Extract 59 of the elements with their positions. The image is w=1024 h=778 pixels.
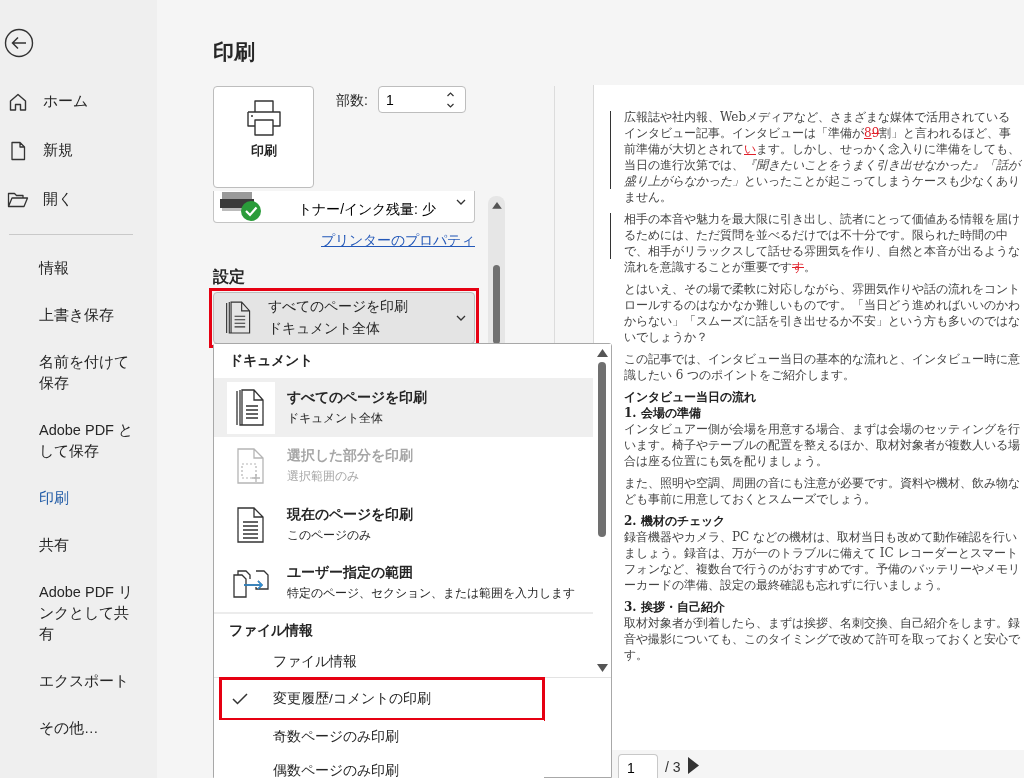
menu-section-heading: ファイル情報 <box>214 612 593 648</box>
chevron-down-icon <box>456 199 466 205</box>
print-button[interactable]: 印刷 <box>213 86 314 188</box>
scrollbar[interactable] <box>488 196 505 344</box>
page-title: 印刷 <box>213 39 256 65</box>
copies-value[interactable]: 1 <box>385 91 446 108</box>
document-paragraph: 広報誌や社内報、Webメディアなど、さまざまな媒体で活用されているインタビュー記事。インタビューは「準備が89割」と言われるほど、事前準備が大切とされています。しかし、せっかく念入りに準備をしても、当日の進行次第では、『聞きたいことをうまく引き出せなかった』「話が盛り上がらなかった」といったことが起こってしまうケースも少なくありません。 <box>624 109 1020 205</box>
menu-option[interactable]: ユーザー指定の範囲 特定のページ、セクション、または範囲を入力します <box>214 553 593 613</box>
nav-item[interactable]: 印刷 <box>0 475 139 522</box>
page-range-dropdown[interactable]: すべてのページを印刷 ドキュメント全体 <box>213 292 475 344</box>
menu-option[interactable]: すべてのページを印刷 ドキュメント全体 <box>214 378 593 437</box>
nav-item[interactable]: 新規 <box>0 126 157 175</box>
document-paragraph: 録音機器やカメラ、PC などの機材は、取材当日も改めて動作確認を行いましょう。録音は、万が一のトラブルに備えて IC レコーダーとスマートフォンなど、複数台で行うのがおすすめです。予備のバッテリーやメモリーカードの準備、設定の最終確認も忘れずに行いましょう。 <box>624 529 1020 593</box>
page-number-field[interactable]: 1 <box>618 754 658 778</box>
nav-item[interactable]: その他… <box>0 705 139 752</box>
settings-heading: 設定 <box>213 267 246 287</box>
menu-section-heading: ドキュメント <box>214 344 593 379</box>
nav-item[interactable]: 共有 <box>0 522 139 569</box>
document-heading: インタビュー当日の流れ <box>624 389 757 405</box>
page-icon <box>236 505 266 544</box>
document-icon <box>9 140 27 161</box>
printer-ready-icon <box>220 191 264 222</box>
chevron-down-icon <box>456 315 466 321</box>
document-paragraph: また、照明や空調、周囲の音にも注意が必要です。資料や機材、飲み物なども事前に用意しておくとスムーズでしょう。 <box>624 475 1020 507</box>
menu-option[interactable]: 現在のページを印刷 このページのみ <box>214 495 593 554</box>
nav-item[interactable]: Adobe PDF として保存 <box>0 407 139 475</box>
nav-item[interactable]: 情報 <box>0 245 139 292</box>
page-range-icon <box>232 567 270 600</box>
printer-properties-link[interactable]: プリンターのプロパティ <box>321 232 475 250</box>
scroll-up-icon[interactable] <box>491 202 502 209</box>
document-heading: 1. 会場の準備 <box>624 405 702 421</box>
copies-spinner[interactable]: 1 <box>377 86 466 113</box>
document-paragraph: この記事では、インタビュー当日の基本的な流れと、インタビュー時に意識したい 6 つのポイントをご紹介します。 <box>624 351 1020 383</box>
document-paragraph: 相手の本音や魅力を最大限に引き出し、読者にとって価値ある情報を届けるためには、ただ質問を並べるだけでは不十分です。限られた時間の中で、相手がリラックスして話せる雰囲気を作り、自然と本音が出るような流れを意識することが重要ですす。 <box>624 211 1020 275</box>
printer-dropdown[interactable]: トナー/インク残量: 少 <box>213 191 475 223</box>
page-total: / 3 <box>665 759 681 777</box>
document-paragraph: とはいえ、その場で柔軟に対応しながら、雰囲気作りや話の流れをコントロールするのはなかなか難しいものです。「当日どう進めればいいのかわからない」「スムーズに話を引き出せるか不安」という方も多いのではないでしょうか？ <box>624 281 1020 345</box>
scrollbar-thumb[interactable] <box>493 264 500 344</box>
home-icon <box>8 91 28 112</box>
selection-page-icon <box>236 447 266 486</box>
nav-item[interactable]: 開く <box>0 175 157 224</box>
back-icon[interactable] <box>4 28 34 58</box>
document-paragraph: 取材対象者が到着したら、まずは挨拶、名刺交換、自己紹介をします。録音や撮影についても、このタイミングで改めて許可を取っておくと安心です。 <box>624 615 1020 663</box>
next-page-icon[interactable] <box>687 757 699 774</box>
nav-item[interactable]: エクスポート <box>0 658 139 705</box>
scroll-down-icon[interactable] <box>596 664 608 672</box>
document-paragraph: インタビュアー側が会場を用意する場合、まずは会場のセッティングを行います。椅子やテーブルの配置を整えるほか、取材対象者が複数人いる場合は座る位置にも気を配りましょう。 <box>624 421 1020 469</box>
nav-item[interactable]: 名前を付けて保存 <box>0 339 139 407</box>
document-heading: 2. 機材のチェック <box>624 513 726 529</box>
nav-item[interactable]: 上書き保存 <box>0 292 139 339</box>
spin-arrows-icon[interactable] <box>445 89 455 110</box>
folder-icon <box>7 190 29 209</box>
scroll-up-icon[interactable] <box>596 349 608 357</box>
document-heading: 3. 挨拶・自己紹介 <box>624 599 726 615</box>
nav-item[interactable]: ホーム <box>0 77 157 126</box>
copies-label: 部数: <box>336 92 368 110</box>
scrollbar-thumb[interactable] <box>598 362 606 537</box>
menu-item[interactable]: ファイル情報 <box>214 647 593 677</box>
nav-item[interactable]: Adobe PDF リンクとして共有 <box>0 569 139 658</box>
